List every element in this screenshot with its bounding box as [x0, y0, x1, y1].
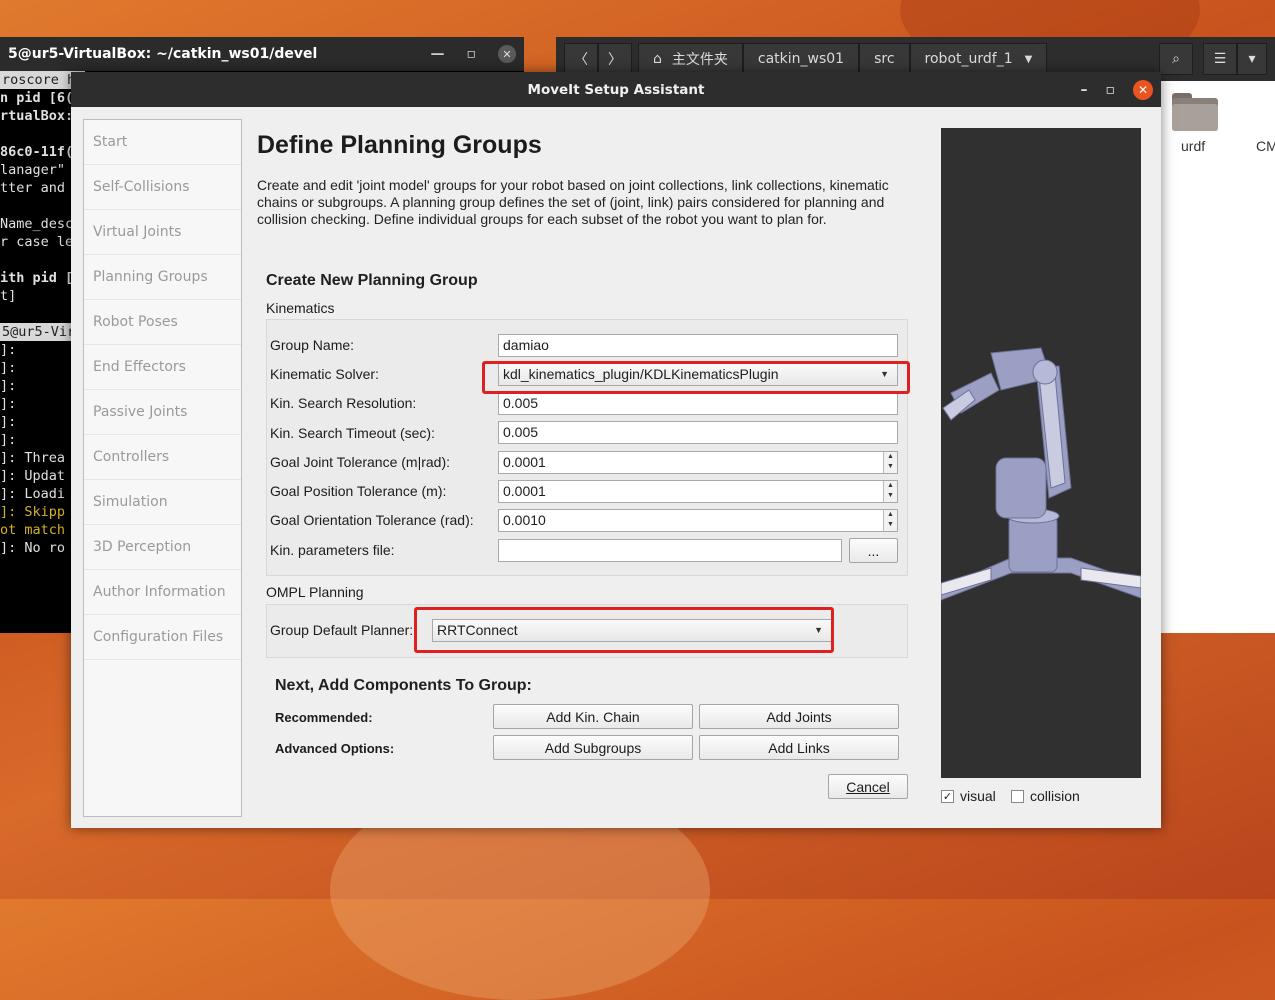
wizard-nav: Start Self-Collisions Virtual Joints Planni… [83, 119, 242, 817]
visual-checkbox[interactable]: ✓ [941, 790, 954, 803]
list-view-icon[interactable]: ☰ [1203, 43, 1237, 75]
add-components-heading: Next, Add Components To Group: [275, 677, 532, 694]
add-kin-chain-button[interactable]: Add Kin. Chain [493, 704, 693, 729]
joint-tolerance-label: Goal Joint Tolerance (m|rad): [270, 454, 451, 470]
chevron-down-icon: ▼ [1024, 53, 1033, 65]
nav-item-end-effectors[interactable]: End Effectors [84, 345, 241, 390]
collision-label: collision [1030, 788, 1080, 804]
robot-3d-viewer[interactable] [940, 128, 1142, 778]
nav-item-start[interactable]: Start [84, 120, 241, 165]
advanced-label: Advanced Options: [275, 741, 395, 756]
spin-arrows-icon[interactable]: ▲ ▼ [883, 510, 897, 531]
home-icon: ⌂ [653, 51, 662, 67]
robot-arm-model [940, 347, 1142, 601]
nav-item-configuration-files[interactable]: Configuration Files [84, 615, 241, 660]
position-tolerance-spinbox[interactable]: 0.0001 ▲ ▼ [498, 480, 898, 503]
view-options-icon[interactable]: ▾ [1237, 43, 1267, 75]
minimize-icon[interactable]: — [431, 46, 445, 62]
nav-item-planning-groups[interactable]: Planning Groups [84, 255, 241, 300]
nav-item-controllers[interactable]: Controllers [84, 435, 241, 480]
kinematics-label: Kinematics [266, 300, 335, 316]
default-planner-label: Group Default Planner: [270, 622, 414, 638]
dialog-title: MoveIt Setup Assistant [527, 81, 705, 98]
kinematics-panel [266, 319, 908, 576]
solver-highlight-box [482, 361, 910, 394]
spin-arrows-icon[interactable]: ▲ ▼ [883, 481, 897, 502]
dialog-titlebar: MoveIt Setup Assistant – ▫ ✕ [71, 72, 1161, 107]
group-name-label: Group Name: [270, 337, 355, 353]
add-links-button[interactable]: Add Links [699, 735, 899, 760]
joint-tolerance-spinbox[interactable]: 0.0001 ▲ ▼ [498, 451, 898, 474]
group-name-field[interactable]: damiao [498, 334, 898, 357]
params-file-label: Kin. parameters file: [270, 542, 395, 558]
visual-label: visual [960, 788, 996, 804]
nav-item-author-information[interactable]: Author Information [84, 570, 241, 615]
maximize-icon[interactable]: ▫ [1106, 82, 1116, 98]
close-icon[interactable]: ✕ [1133, 79, 1153, 100]
orientation-tolerance-spinbox[interactable]: 0.0010 ▲ ▼ [498, 509, 898, 532]
search-resolution-field[interactable]: 0.005 [498, 392, 898, 415]
planner-highlight-box [414, 607, 834, 653]
minimize-icon[interactable]: – [1081, 82, 1088, 98]
nav-item-virtual-joints[interactable]: Virtual Joints [84, 210, 241, 255]
page-description: Create and edit 'joint model' groups for… [257, 177, 889, 227]
nav-item-self-collisions[interactable]: Self-Collisions [84, 165, 241, 210]
position-tolerance-label: Goal Position Tolerance (m): [270, 483, 447, 499]
search-icon[interactable]: ⌕ [1159, 43, 1193, 75]
browse-button[interactable]: ... [849, 538, 898, 563]
add-joints-button[interactable]: Add Joints [699, 704, 899, 729]
breadcrumb-home[interactable]: ⌂ 主文件夹 [638, 43, 743, 75]
back-button[interactable]: 〈 [564, 43, 598, 75]
close-icon[interactable]: ✕ [498, 45, 516, 63]
params-file-field[interactable] [498, 539, 842, 562]
collision-checkbox[interactable] [1011, 790, 1024, 803]
search-timeout-field[interactable]: 0.005 [498, 421, 898, 444]
create-group-heading: Create New Planning Group [266, 272, 478, 289]
folder-label-partial[interactable]: CM [1256, 138, 1275, 154]
nav-item-robot-poses[interactable]: Robot Poses [84, 300, 241, 345]
moveit-dialog: MoveIt Setup Assistant – ▫ ✕ Start Self-C… [71, 72, 1161, 828]
terminal-title: 5@ur5-VirtualBox: ~/catkin_ws01/devel [8, 46, 318, 62]
breadcrumb-catkin[interactable]: catkin_ws01 [742, 43, 860, 75]
folder-label[interactable]: urdf [1181, 138, 1205, 154]
ompl-label: OMPL Planning [266, 584, 364, 600]
spin-arrows-icon[interactable]: ▲ ▼ [883, 452, 897, 473]
breadcrumb-robot-urdf[interactable]: robot_urdf_1 ▼ [909, 43, 1048, 75]
orientation-tolerance-label: Goal Orientation Tolerance (rad): [270, 512, 474, 528]
cancel-button[interactable]: Cancel [828, 774, 908, 799]
nav-item-3d-perception[interactable]: 3D Perception [84, 525, 241, 570]
file-icon-area [1160, 81, 1275, 633]
search-timeout-label: Kin. Search Timeout (sec): [270, 425, 435, 441]
forward-button[interactable]: 〉 [598, 43, 632, 75]
nav-item-passive-joints[interactable]: Passive Joints [84, 390, 241, 435]
page-title: Define Planning Groups [257, 131, 542, 159]
add-subgroups-button[interactable]: Add Subgroups [493, 735, 693, 760]
folder-icon[interactable] [1172, 93, 1218, 131]
recommended-label: Recommended: [275, 710, 373, 725]
nav-item-simulation[interactable]: Simulation [84, 480, 241, 525]
breadcrumb-src[interactable]: src [859, 43, 910, 75]
terminal-titlebar: 5@ur5-VirtualBox: ~/catkin_ws01/devel — … [0, 37, 524, 71]
search-resolution-label: Kin. Search Resolution: [270, 395, 417, 411]
kinematic-solver-label: Kinematic Solver: [270, 366, 379, 382]
maximize-icon[interactable]: ▫ [467, 46, 477, 62]
